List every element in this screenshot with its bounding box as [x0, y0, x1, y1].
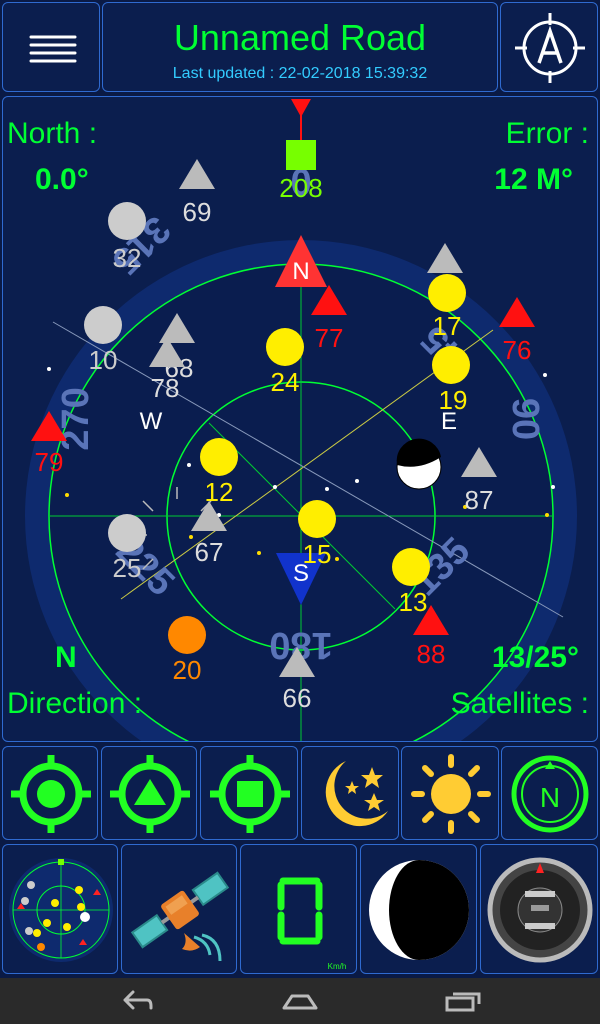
north-label: North :	[7, 117, 98, 150]
satellite-circle-icon	[84, 306, 122, 344]
moon-button[interactable]	[301, 746, 399, 840]
satellite-circle-icon	[392, 548, 430, 586]
satellite-id-label: 10	[89, 345, 118, 375]
sun-icon	[411, 754, 491, 834]
compass-n-label: N	[292, 258, 309, 285]
north-marker-icon	[291, 99, 311, 117]
hamburger-menu-icon	[29, 35, 77, 63]
satellite-triangle-icon	[427, 243, 463, 273]
speed-button[interactable]: Km/h	[240, 844, 357, 974]
satellite-circle-icon	[266, 328, 304, 366]
satellite-id-label: 20	[173, 655, 202, 685]
satellites-value: 13/25°	[491, 641, 579, 674]
satellite-circle-icon	[428, 274, 466, 312]
satellite-id-label: 87	[465, 485, 494, 515]
satellite-id-label: 19	[439, 385, 468, 415]
compass-w-label: W	[140, 408, 163, 435]
speed-display-icon: Km/h	[277, 877, 347, 971]
moon-phase-button[interactable]	[360, 844, 477, 974]
error-value: 12 M°	[494, 163, 573, 196]
filter-circle-button[interactable]	[2, 746, 98, 840]
target-square-icon	[210, 755, 290, 833]
target-triangle-icon	[110, 755, 190, 833]
satellite-id-label: 76	[503, 335, 532, 365]
satellite-id-label: 17	[433, 311, 462, 341]
radar-thumbnail-icon	[9, 858, 113, 962]
android-nav-bar	[0, 978, 600, 1024]
satellite-id-label: 25	[113, 553, 142, 583]
compass-north-button[interactable]: N	[501, 746, 598, 840]
moon-phase-icon	[369, 860, 469, 960]
satellite-square-icon	[286, 140, 316, 170]
menu-button[interactable]	[2, 2, 100, 92]
compass-dial-button[interactable]	[480, 844, 598, 974]
moon-position-icon	[396, 438, 442, 490]
error-label: Error :	[505, 117, 589, 150]
compass-north-icon: N	[511, 755, 589, 833]
direction-label: Direction :	[7, 687, 143, 720]
satellite-id-label: 67	[195, 537, 224, 567]
satellite-circle-icon	[108, 514, 146, 552]
satellite-id-label: 32	[113, 243, 142, 273]
satellite-circle-icon	[200, 438, 238, 476]
bearing-270-label: 270	[55, 387, 97, 450]
satellite-id-label: 77	[315, 323, 344, 353]
recents-icon[interactable]	[443, 986, 483, 1016]
crosshair-a-icon	[515, 13, 585, 83]
satellite-triangle-icon	[499, 297, 535, 327]
back-arrow-icon[interactable]	[117, 986, 157, 1016]
sun-button[interactable]	[401, 746, 499, 840]
satellite-id-label: 15	[303, 539, 332, 569]
speed-unit-label: Km/h	[328, 962, 347, 971]
satellite-icon	[130, 871, 230, 962]
moon-stars-icon	[325, 761, 388, 827]
target-circle-icon	[11, 755, 91, 833]
bearing-90-label: 90	[504, 398, 546, 440]
satellite-id-label: 69	[183, 197, 212, 227]
home-icon[interactable]	[280, 986, 320, 1016]
satellite-circle-icon	[168, 616, 206, 654]
mode-button[interactable]	[500, 2, 598, 92]
satellite-id-label: 208	[279, 173, 322, 203]
satellite-id-label: 79	[35, 447, 64, 477]
direction-value: N	[55, 641, 77, 674]
satellite-circle-icon	[432, 346, 470, 384]
north-value: 0.0°	[35, 163, 89, 196]
filter-triangle-button[interactable]	[101, 746, 197, 840]
satellites-label: Satellites :	[450, 687, 589, 720]
satellite-id-label: 24	[271, 367, 300, 397]
satellite-marker: 69	[179, 159, 215, 227]
satellite-triangle-icon	[179, 159, 215, 189]
satellite-id-label: 13	[399, 587, 428, 617]
compass-dial-icon	[487, 857, 593, 963]
location-title: Unnamed Road	[173, 17, 427, 58]
last-updated-text: Last updated : 22-02-2018 15:39:32	[172, 65, 428, 82]
location-header: Unnamed Road Last updated : 22-02-2018 1…	[102, 2, 498, 92]
satellite-circle-icon	[298, 500, 336, 538]
satellite-id-label: 66	[283, 683, 312, 713]
radar-panel: 0 45 90 135 180 225 270 315 N S W E 208 …	[2, 96, 598, 742]
satellite-id-label: 78	[151, 373, 180, 403]
satellite-id-label: 88	[417, 639, 446, 669]
satellite-circle-icon	[108, 202, 146, 240]
radar-view-button[interactable]	[2, 844, 118, 974]
satellite-button[interactable]	[121, 844, 237, 974]
filter-square-button[interactable]	[200, 746, 298, 840]
svg-text:N: N	[540, 782, 560, 813]
